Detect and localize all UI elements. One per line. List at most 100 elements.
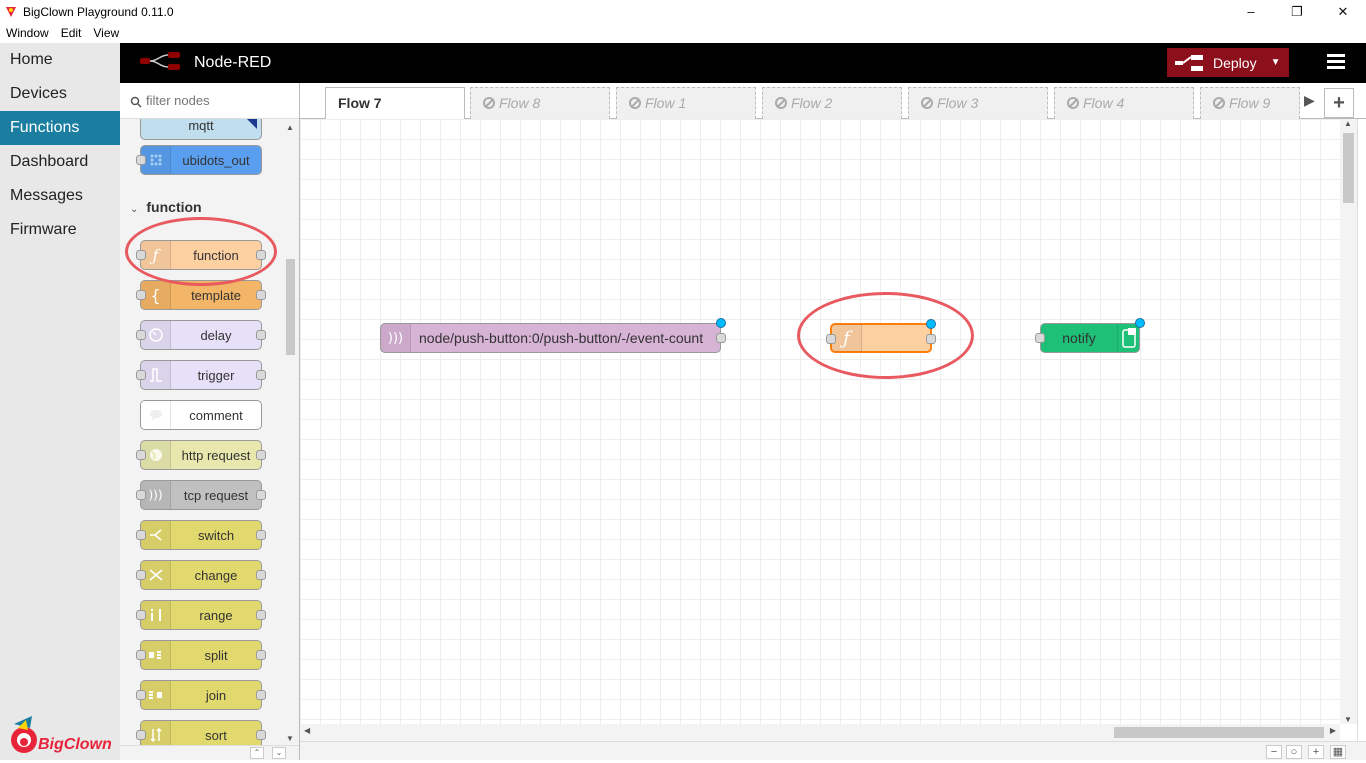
input-port[interactable]: [136, 530, 146, 540]
output-port[interactable]: [716, 333, 726, 343]
filter-nodes-input[interactable]: [146, 93, 286, 108]
scroll-left-icon[interactable]: ◀: [304, 726, 310, 735]
input-port[interactable]: [136, 650, 146, 660]
palette-node-split[interactable]: split: [136, 640, 266, 670]
workspace-vscrollbar[interactable]: ▲ ▼: [1340, 119, 1357, 724]
scrollbar-thumb[interactable]: [1114, 727, 1324, 738]
node-label: ubidots_out: [182, 152, 250, 168]
output-port[interactable]: [256, 490, 266, 500]
deploy-button[interactable]: Deploy ▼: [1167, 48, 1289, 77]
palette-node-tcp-request[interactable]: ))) tcp request: [136, 480, 266, 510]
palette-node-http-request[interactable]: http request: [136, 440, 266, 470]
tab-flow-8[interactable]: Flow 8: [470, 87, 610, 119]
input-port[interactable]: [136, 370, 146, 380]
scroll-tabs-right-icon[interactable]: ▶: [1304, 92, 1315, 109]
workspace-hscrollbar[interactable]: ◀ ▶: [300, 724, 1340, 741]
input-port[interactable]: [136, 610, 146, 620]
node-label: tcp request: [183, 487, 249, 503]
tab-flow-3[interactable]: Flow 3: [908, 87, 1048, 119]
input-port[interactable]: [136, 450, 146, 460]
scroll-down-icon[interactable]: ▼: [286, 734, 294, 743]
input-port[interactable]: [136, 690, 146, 700]
close-button[interactable]: ✕: [1320, 0, 1366, 23]
palette-node-trigger[interactable]: trigger: [136, 360, 266, 390]
output-port[interactable]: [256, 530, 266, 540]
scrollbar-thumb[interactable]: [1343, 133, 1354, 203]
palette-node-delay[interactable]: delay: [136, 320, 266, 350]
output-port[interactable]: [256, 730, 266, 740]
nav-messages[interactable]: Messages: [0, 179, 120, 213]
output-port[interactable]: [256, 330, 266, 340]
input-port[interactable]: [136, 330, 146, 340]
palette-node-sort[interactable]: sort: [136, 720, 266, 745]
scroll-right-icon[interactable]: ▶: [1330, 726, 1336, 735]
nav-devices[interactable]: Devices: [0, 77, 120, 111]
tab-flow-1[interactable]: Flow 1: [616, 87, 756, 119]
nav-firmware[interactable]: Firmware: [0, 213, 120, 247]
input-port[interactable]: [136, 490, 146, 500]
menu-icon[interactable]: [1327, 54, 1345, 70]
output-port[interactable]: [256, 290, 266, 300]
add-flow-button[interactable]: +: [1324, 88, 1354, 118]
workspace-node-notify[interactable]: notify: [1035, 318, 1145, 353]
node-label: template: [191, 287, 241, 303]
palette-node-range[interactable]: range: [136, 600, 266, 630]
disabled-icon: [1067, 97, 1079, 109]
nav-home[interactable]: Home: [0, 43, 120, 77]
palette-filter: [120, 83, 299, 119]
sidebar-collapsed-edge[interactable]: [1357, 119, 1366, 741]
nodered-logo-icon: [140, 51, 186, 76]
output-port[interactable]: [256, 370, 266, 380]
tab-flow-2[interactable]: Flow 2: [762, 87, 902, 119]
node-label: notify: [1062, 330, 1096, 346]
zoom-out-button[interactable]: −: [1266, 745, 1282, 759]
workspace-node-mqtt-in[interactable]: ))) node/push-button:0/push-button/-/eve…: [380, 318, 726, 353]
output-port[interactable]: [256, 450, 266, 460]
palette-node-ubidots-out[interactable]: ubidots_out: [136, 145, 262, 175]
tab-flow-4[interactable]: Flow 4: [1054, 87, 1194, 119]
palette-node-change[interactable]: change: [136, 560, 266, 590]
palette-node-mqtt[interactable]: mqtt: [140, 119, 262, 140]
highlight-ellipse: [125, 217, 277, 286]
output-port[interactable]: [256, 690, 266, 700]
flow-workspace[interactable]: ))) node/push-button:0/push-button/-/eve…: [300, 119, 1340, 724]
menu-view[interactable]: View: [87, 26, 125, 40]
output-port[interactable]: [256, 610, 266, 620]
disabled-icon: [629, 97, 641, 109]
scrollbar-thumb[interactable]: [286, 259, 295, 355]
category-function[interactable]: ⌄ function: [130, 199, 202, 215]
output-port[interactable]: [256, 570, 266, 580]
palette-node-switch[interactable]: switch: [136, 520, 266, 550]
restore-button[interactable]: ❐: [1274, 0, 1320, 23]
scroll-down-icon[interactable]: ▼: [1344, 715, 1352, 724]
window-title: BigClown Playground 0.11.0: [23, 4, 174, 19]
output-port[interactable]: [256, 650, 266, 660]
menu-edit[interactable]: Edit: [55, 26, 88, 40]
input-port[interactable]: [136, 730, 146, 740]
scroll-up-icon[interactable]: ▲: [1344, 119, 1352, 128]
tab-flow-9[interactable]: Flow 9: [1200, 87, 1300, 119]
caret-down-icon[interactable]: ▼: [1271, 57, 1281, 68]
tab-flow-7[interactable]: Flow 7: [325, 87, 465, 120]
navigator-icon[interactable]: ▦: [1330, 745, 1346, 759]
palette-scrollbar[interactable]: ▲ ▼: [282, 119, 299, 745]
nav-dashboard[interactable]: Dashboard: [0, 145, 120, 179]
input-port[interactable]: [136, 290, 146, 300]
input-port[interactable]: [136, 155, 146, 165]
input-port[interactable]: [1035, 333, 1045, 343]
bigclown-logo: BigClown: [8, 712, 114, 758]
zoom-reset-button[interactable]: ○: [1286, 745, 1302, 759]
palette-node-join[interactable]: join: [136, 680, 266, 710]
node-label: join: [205, 687, 227, 703]
changed-indicator: [1135, 318, 1145, 328]
palette-node-comment[interactable]: comment: [140, 400, 262, 430]
nav-functions[interactable]: Functions: [0, 111, 120, 145]
expand-all-icon[interactable]: ⌄: [272, 747, 286, 759]
input-port[interactable]: [136, 570, 146, 580]
zoom-in-button[interactable]: +: [1308, 745, 1324, 759]
minimize-button[interactable]: –: [1228, 0, 1274, 23]
node-label: node/push-button:0/push-button/-/event-c…: [419, 330, 704, 346]
collapse-all-icon[interactable]: ⌃: [250, 747, 264, 759]
menu-window[interactable]: Window: [0, 26, 55, 40]
scroll-up-icon[interactable]: ▲: [286, 123, 294, 132]
